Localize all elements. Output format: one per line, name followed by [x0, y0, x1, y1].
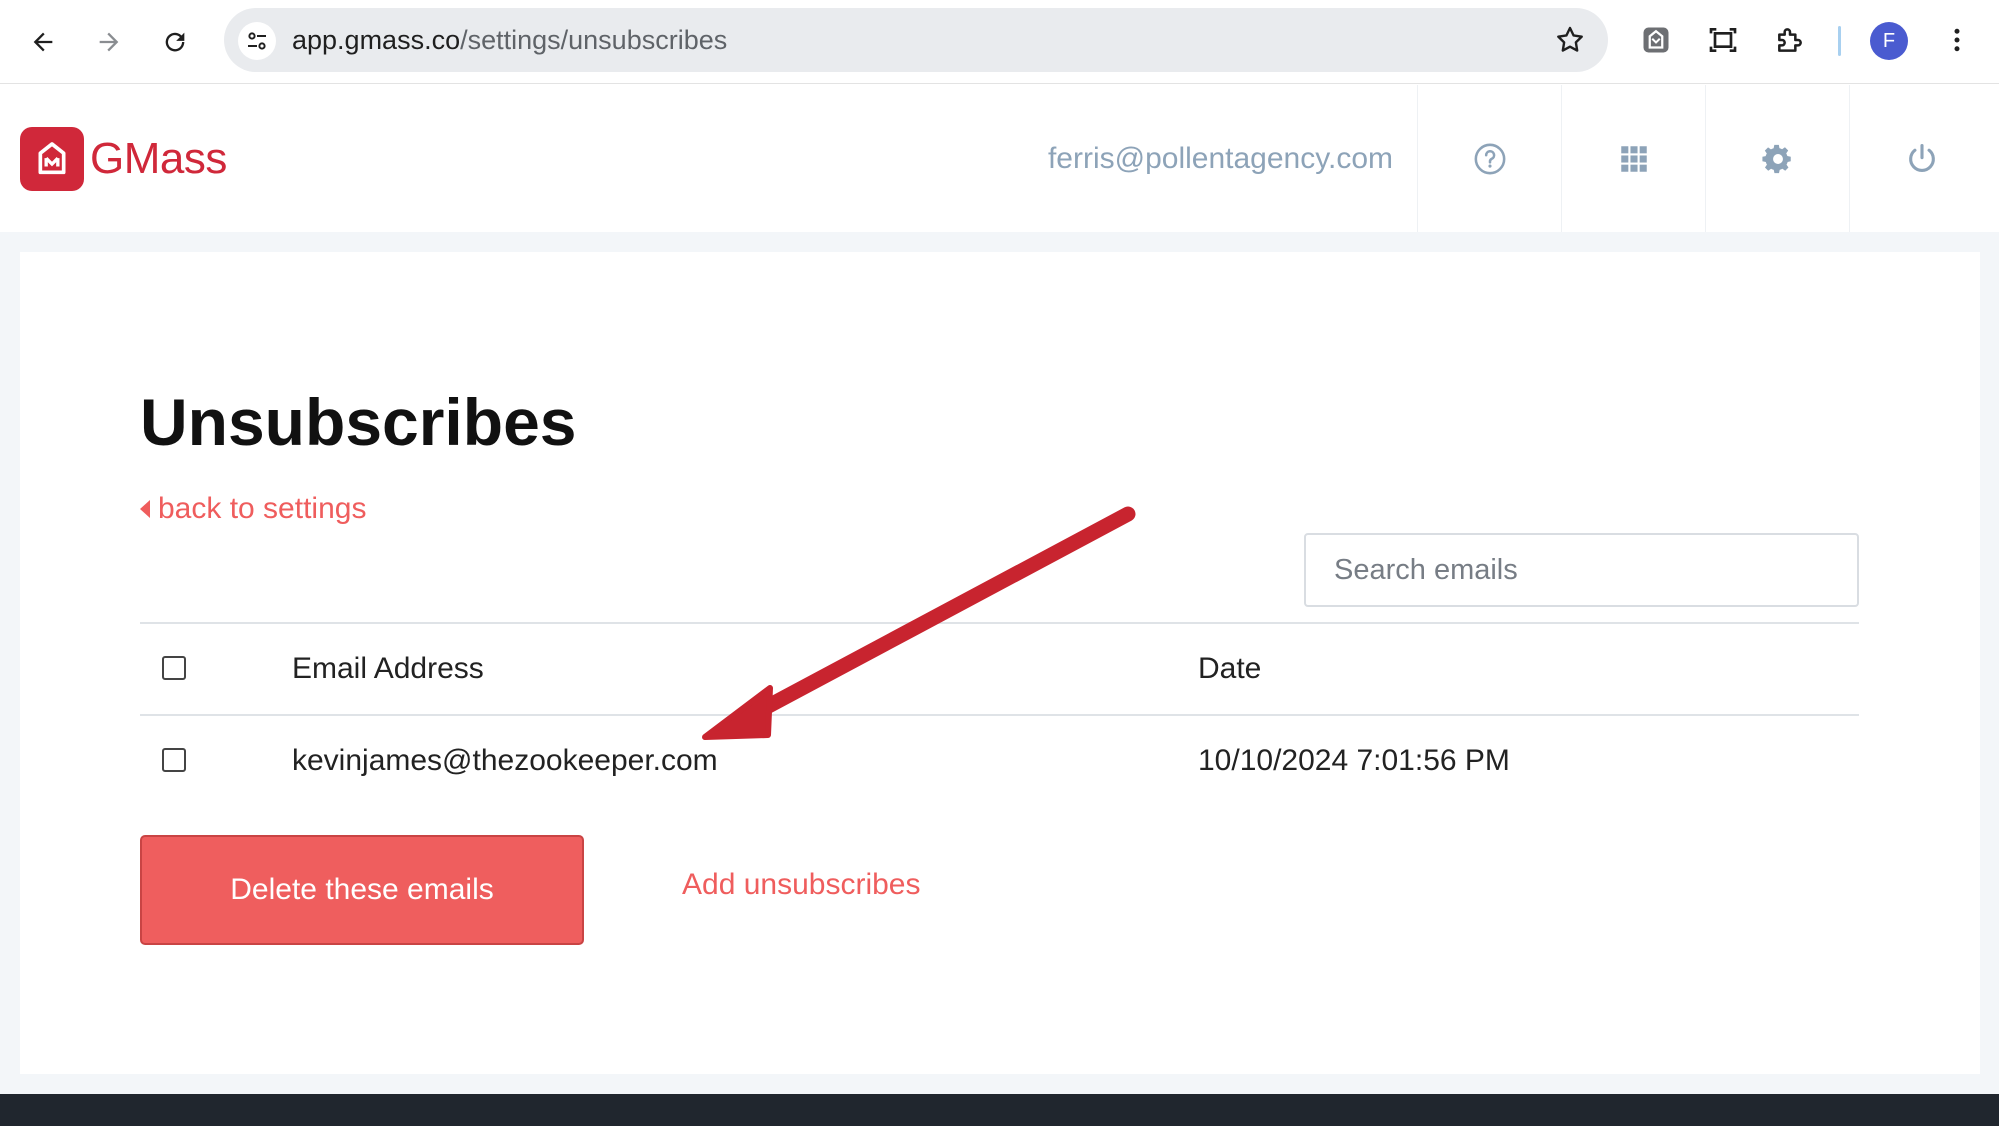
row-email: kevinjames@thezookeeper.com: [292, 744, 718, 777]
apps-grid-icon[interactable]: [1561, 85, 1705, 232]
reload-icon[interactable]: [153, 20, 197, 64]
screenshot-icon[interactable]: [1701, 18, 1745, 62]
forward-arrow-icon[interactable]: [87, 20, 131, 64]
url-text: app.gmass.co/settings/unsubscribes: [292, 8, 727, 72]
delete-emails-button[interactable]: Delete these emails: [140, 835, 584, 945]
back-to-settings-link[interactable]: back to settings: [140, 492, 366, 526]
unsubscribes-table: Email Address Date kevinjames@thezookeep…: [140, 622, 1859, 806]
page-title: Unsubscribes: [140, 385, 577, 459]
add-unsubscribes-link[interactable]: Add unsubscribes: [682, 868, 920, 902]
back-to-settings-label: back to settings: [158, 492, 367, 525]
user-email: ferris@pollentagency.com: [1047, 142, 1393, 175]
column-header-email: Email Address: [292, 652, 484, 685]
profile-avatar[interactable]: F: [1870, 22, 1908, 60]
caret-left-icon: [140, 500, 150, 518]
footer-bar: [0, 1094, 1999, 1126]
url-host: app.gmass.co: [292, 25, 461, 55]
bookmark-star-icon[interactable]: [1554, 24, 1586, 56]
table-header-row: Email Address Date: [140, 622, 1859, 714]
row-date: 10/10/2024 7:01:56 PM: [1198, 744, 1510, 777]
row-checkbox[interactable]: [162, 748, 186, 772]
help-icon[interactable]: [1417, 85, 1561, 232]
select-all-checkbox[interactable]: [162, 656, 186, 680]
settings-gear-icon[interactable]: [1705, 85, 1849, 232]
gmass-extension-icon[interactable]: [1634, 18, 1678, 62]
gmass-logo-icon: [20, 127, 84, 191]
gmass-logo[interactable]: GMass: [20, 127, 227, 191]
back-arrow-icon[interactable]: [21, 20, 65, 64]
table-row: kevinjames@thezookeeper.com 10/10/2024 7…: [140, 714, 1859, 806]
logo-text: GMass: [90, 134, 227, 183]
url-path: /settings/unsubscribes: [460, 25, 728, 55]
address-bar[interactable]: app.gmass.co/settings/unsubscribes: [224, 8, 1608, 72]
site-settings-icon[interactable]: [238, 22, 276, 60]
power-icon[interactable]: [1849, 85, 1993, 232]
toolbar-separator: [1838, 26, 1841, 56]
more-vert-icon[interactable]: [1935, 18, 1979, 62]
column-header-date: Date: [1198, 652, 1262, 685]
browser-toolbar: app.gmass.co/settings/unsubscribes F: [0, 0, 1999, 84]
extensions-puzzle-icon[interactable]: [1768, 18, 1812, 62]
app-header: GMass ferris@pollentagency.com: [0, 85, 1999, 232]
search-input[interactable]: [1304, 533, 1859, 607]
